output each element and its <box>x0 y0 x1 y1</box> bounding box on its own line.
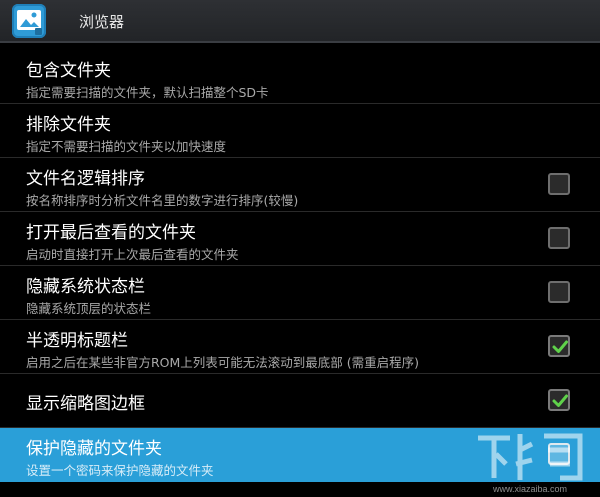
settings-row[interactable]: 隐藏系统状态栏隐藏系统顶层的状态栏 <box>0 266 600 320</box>
setting-checkbox[interactable] <box>548 227 570 249</box>
setting-subtitle: 按名称排序时分析文件名里的数字进行排序(较慢) <box>26 193 299 208</box>
settings-row[interactable]: 半透明标题栏启用之后在某些非官方ROM上列表可能无法滚动到最底部 (需重启程序) <box>0 320 600 374</box>
settings-row[interactable]: 排除文件夹指定不需要扫描的文件夹以加快速度 <box>0 104 600 158</box>
checkmark-icon <box>552 394 568 407</box>
setting-title: 包含文件夹 <box>26 61 111 81</box>
setting-title: 排除文件夹 <box>26 115 111 135</box>
action-bar: 浏览器 <box>0 0 600 43</box>
settings-row[interactable]: 保护隐藏的文件夹设置一个密码来保护隐藏的文件夹 <box>0 428 600 482</box>
settings-row[interactable]: 显示缩略图边框 <box>0 374 600 428</box>
setting-subtitle: 设置一个密码来保护隐藏的文件夹 <box>26 463 214 478</box>
settings-row[interactable]: 打开最后查看的文件夹启动时直接打开上次最后查看的文件夹 <box>0 212 600 266</box>
checkmark-icon <box>552 340 568 353</box>
setting-subtitle: 指定不需要扫描的文件夹以加快速度 <box>26 139 227 154</box>
app-title: 浏览器 <box>79 13 125 31</box>
browser-app-icon[interactable] <box>12 4 46 38</box>
watermark-url: www.xiazaiba.com <box>492 484 567 494</box>
setting-subtitle: 指定需要扫描的文件夹，默认扫描整个SD卡 <box>26 85 269 100</box>
setting-checkbox[interactable] <box>548 389 570 411</box>
setting-subtitle: 启用之后在某些非官方ROM上列表可能无法滚动到最底部 (需重启程序) <box>26 355 420 370</box>
image-icon <box>17 10 42 35</box>
setting-checkbox[interactable] <box>548 173 570 195</box>
setting-title: 隐藏系统状态栏 <box>26 277 145 297</box>
setting-title: 显示缩略图边框 <box>26 394 145 414</box>
setting-checkbox[interactable] <box>548 443 570 465</box>
settings-row[interactable]: 包含文件夹指定需要扫描的文件夹，默认扫描整个SD卡 <box>0 50 600 104</box>
setting-checkbox[interactable] <box>548 335 570 357</box>
setting-title: 文件名逻辑排序 <box>26 169 145 189</box>
setting-subtitle: 隐藏系统顶层的状态栏 <box>26 301 152 316</box>
setting-title: 保护隐藏的文件夹 <box>26 439 162 459</box>
settings-list: 包含文件夹指定需要扫描的文件夹，默认扫描整个SD卡排除文件夹指定不需要扫描的文件… <box>0 50 600 482</box>
setting-subtitle: 启动时直接打开上次最后查看的文件夹 <box>26 247 239 262</box>
setting-title: 打开最后查看的文件夹 <box>26 223 196 243</box>
settings-row[interactable]: 文件名逻辑排序按名称排序时分析文件名里的数字进行排序(较慢) <box>0 158 600 212</box>
screen: 浏览器 包含文件夹指定需要扫描的文件夹，默认扫描整个SD卡排除文件夹指定不需要扫… <box>0 0 600 497</box>
setting-checkbox[interactable] <box>548 281 570 303</box>
setting-title: 半透明标题栏 <box>26 331 128 351</box>
